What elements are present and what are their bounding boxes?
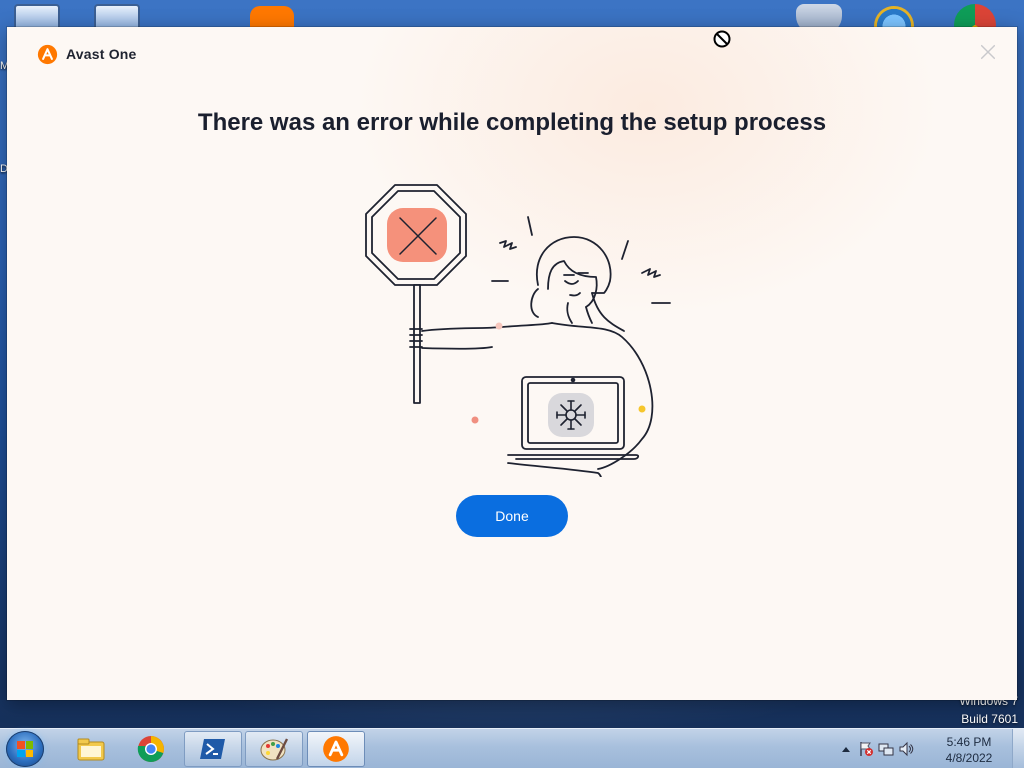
powershell-icon <box>200 739 225 759</box>
taskbar-avast[interactable] <box>307 731 365 767</box>
chrome-icon <box>137 736 164 763</box>
network-tray[interactable] <box>878 741 894 757</box>
taskbar-powershell[interactable] <box>184 731 242 767</box>
avast-icon <box>323 736 349 762</box>
windows-build-watermark: Build 7601 <box>961 712 1018 726</box>
close-button[interactable] <box>977 41 999 63</box>
avast-logo-icon <box>37 44 58 64</box>
windows-explorer-icon <box>77 738 105 761</box>
show-hidden-icons-button[interactable] <box>838 741 854 757</box>
network-icon <box>878 743 894 756</box>
chevron-up-icon <box>842 747 850 752</box>
speaker-icon <box>899 741 914 757</box>
taskbar-explorer[interactable] <box>62 731 120 767</box>
close-icon <box>980 44 996 60</box>
windows-logo-icon <box>17 741 33 757</box>
clock-time: 5:46 PM <box>946 735 992 749</box>
taskbar: 5:46 PM 4/8/2022 <box>0 728 1024 768</box>
action-center-flag-icon <box>860 742 873 756</box>
clock-date: 4/8/2022 <box>945 751 993 765</box>
busy-cursor-icon <box>713 30 731 48</box>
show-desktop-button[interactable] <box>1012 729 1024 768</box>
start-button[interactable] <box>6 731 44 767</box>
action-center-tray[interactable] <box>858 741 874 757</box>
volume-tray[interactable] <box>898 741 914 757</box>
avast-error-dialog: Avast One There was an error while compl… <box>7 27 1017 700</box>
system-clock[interactable]: 5:46 PM 4/8/2022 <box>934 734 1004 766</box>
app-name: Avast One <box>66 46 137 62</box>
error-illustration <box>365 184 671 477</box>
taskbar-paint[interactable] <box>245 731 303 767</box>
app-brand: Avast One <box>37 44 137 64</box>
taskbar-chrome[interactable] <box>122 731 180 767</box>
system-tray: 5:46 PM 4/8/2022 <box>834 729 1024 768</box>
paint-icon <box>260 738 289 761</box>
error-headline: There was an error while completing the … <box>197 109 827 136</box>
done-button[interactable]: Done <box>456 495 568 537</box>
